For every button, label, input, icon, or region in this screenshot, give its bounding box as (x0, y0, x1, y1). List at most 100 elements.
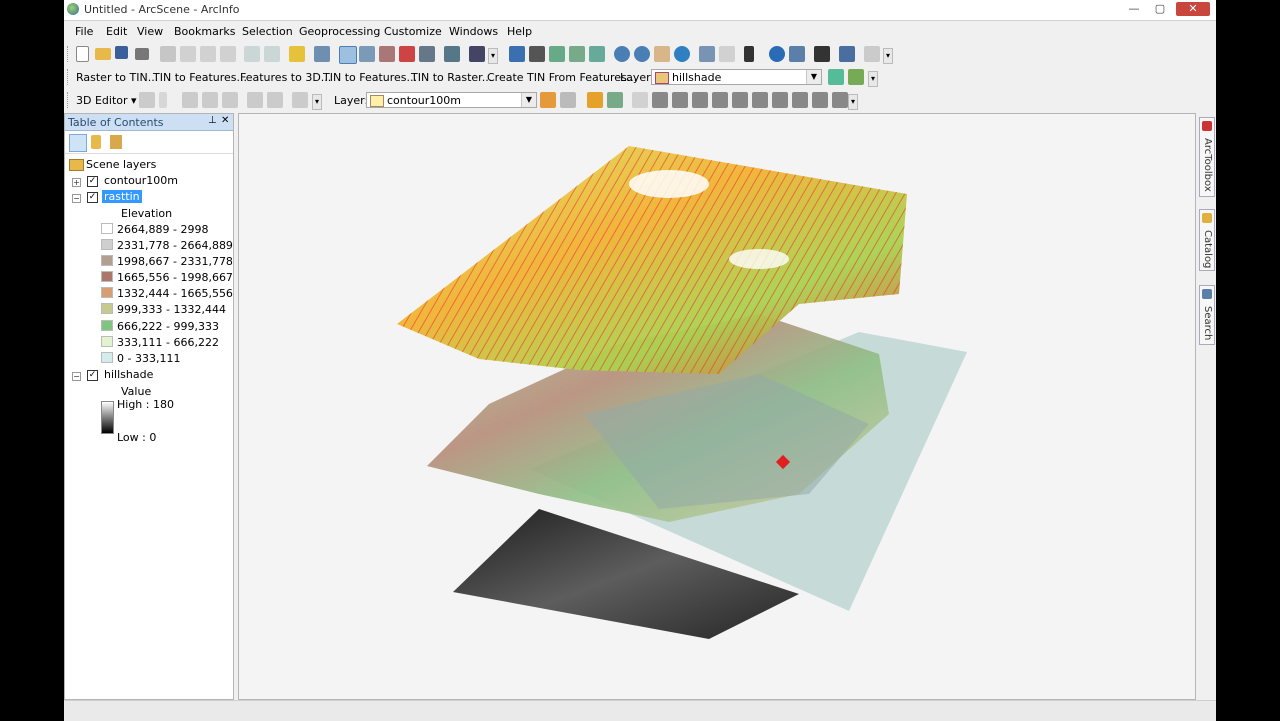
hammer-7-icon[interactable] (772, 92, 788, 108)
python-window-icon[interactable] (419, 46, 435, 62)
chevron-down-icon[interactable]: ▼ (806, 70, 821, 84)
multipatch-icon[interactable] (632, 92, 648, 108)
toolbar-options-3-icon[interactable]: ▾ (868, 71, 878, 87)
toolbox-icon[interactable] (399, 46, 415, 62)
toolbar-options-5-icon[interactable]: ▾ (848, 94, 858, 110)
hammer-4-icon[interactable] (712, 92, 728, 108)
menu-selection[interactable]: Selection (242, 25, 293, 38)
layout-icon[interactable] (864, 46, 880, 62)
attributes-icon[interactable] (247, 92, 263, 108)
rasttin-visibility-checkbox[interactable]: ✓ (87, 192, 98, 203)
hammer-1-icon[interactable] (652, 92, 668, 108)
set-observer-icon[interactable] (589, 46, 605, 62)
properties-icon[interactable] (314, 46, 330, 62)
whats-this-icon[interactable] (469, 46, 485, 62)
3d-editor-menu[interactable]: 3D Editor ▾ (76, 94, 137, 107)
identify-icon[interactable] (769, 46, 785, 62)
toolbar-grip[interactable] (67, 46, 71, 62)
select-elements-icon[interactable] (744, 46, 754, 62)
editor-layer-combo[interactable]: contour100m ▼ (366, 92, 537, 108)
cut-icon[interactable] (160, 46, 176, 62)
pan-icon[interactable] (654, 46, 670, 62)
menu-bookmarks[interactable]: Bookmarks (174, 25, 235, 38)
toolbar-options-2-icon[interactable]: ▾ (883, 48, 893, 64)
maximize-button[interactable]: ▢ (1147, 2, 1173, 16)
search-window-icon[interactable] (379, 46, 395, 62)
hammer-10-icon[interactable] (832, 92, 848, 108)
toolbar-options-4-icon[interactable]: ▾ (312, 94, 322, 110)
fly-icon[interactable] (529, 46, 545, 62)
toolbar-grip[interactable] (67, 92, 71, 108)
layer-rasttin[interactable]: rasttin (102, 190, 142, 203)
redo-icon[interactable] (264, 46, 280, 62)
zoom-out-icon[interactable] (634, 46, 650, 62)
sketch-properties-icon[interactable] (267, 92, 283, 108)
create-tin-button[interactable]: Create TIN From Features... (487, 71, 637, 84)
full-extent-icon[interactable] (674, 46, 690, 62)
steepest-path-icon[interactable] (848, 69, 864, 85)
copy-icon[interactable] (180, 46, 196, 62)
toolbar-grip[interactable] (67, 69, 71, 85)
layer-hillshade[interactable]: hillshade (104, 368, 153, 381)
toc-window-icon[interactable] (339, 46, 357, 64)
layer-extrude-icon[interactable] (560, 92, 576, 108)
save-icon[interactable] (115, 46, 128, 59)
expand-icon[interactable]: + (72, 178, 81, 187)
hammer-5-icon[interactable] (732, 92, 748, 108)
clear-selection-icon[interactable] (719, 46, 735, 62)
raster-to-tin-button[interactable]: Raster to TIN... (76, 71, 158, 84)
collapse-icon[interactable]: − (72, 194, 81, 203)
tin-to-raster-button[interactable]: TIN to Raster... (411, 71, 492, 84)
edit-vertices-icon[interactable] (182, 92, 198, 108)
list-by-drawing-order-icon[interactable] (69, 134, 87, 152)
open-folder-icon[interactable] (95, 48, 111, 60)
contour-visibility-checkbox[interactable]: ✓ (87, 176, 98, 187)
menu-file[interactable]: File (75, 25, 93, 38)
find-icon[interactable] (814, 46, 830, 62)
paste-icon[interactable] (200, 46, 216, 62)
edit-arrow-icon[interactable] (159, 92, 167, 108)
hammer-2-icon[interactable] (672, 92, 688, 108)
scene-layers-label[interactable]: Scene layers (86, 158, 156, 171)
interpolate-point-icon[interactable] (587, 92, 603, 108)
menu-customize[interactable]: Customize (384, 25, 442, 38)
pin-icon[interactable]: ⊥ (208, 115, 217, 126)
menu-edit[interactable]: Edit (106, 25, 127, 38)
collapse-icon[interactable]: − (72, 372, 81, 381)
add-data-icon[interactable] (289, 46, 305, 62)
tin-to-features-button[interactable]: TIN to Features... (153, 71, 247, 84)
print-icon[interactable] (135, 48, 149, 60)
hammer-8-icon[interactable] (792, 92, 808, 108)
toolbar-options-icon[interactable]: ▾ (488, 48, 498, 64)
minimize-button[interactable]: — (1121, 2, 1147, 16)
move-icon[interactable] (202, 92, 218, 108)
hammer-9-icon[interactable] (812, 92, 828, 108)
menu-geoprocessing[interactable]: Geoprocessing (299, 25, 380, 38)
navigate-icon[interactable] (509, 46, 525, 62)
features-to-3d-button[interactable]: Features to 3D... (240, 71, 331, 84)
create-features-icon[interactable] (292, 92, 308, 108)
dock-tab-search[interactable]: Search (1199, 285, 1215, 345)
html-popup-icon[interactable] (789, 46, 805, 62)
straight-segment-icon[interactable] (222, 92, 238, 108)
contour-icon[interactable] (828, 69, 844, 85)
toc-close-icon[interactable]: ✕ (221, 115, 229, 126)
menu-help[interactable]: Help (507, 25, 532, 38)
hillshade-visibility-checkbox[interactable]: ✓ (87, 370, 98, 381)
layer-combo[interactable]: hillshade ▼ (651, 69, 822, 85)
menu-view[interactable]: View (137, 25, 163, 38)
menu-windows[interactable]: Windows (449, 25, 498, 38)
zoom-to-target-icon[interactable] (569, 46, 585, 62)
delete-icon[interactable] (220, 46, 236, 62)
catalog-icon[interactable] (359, 46, 375, 62)
target-center-icon[interactable] (549, 46, 565, 62)
list-by-source-icon[interactable] (91, 135, 101, 149)
scene-view[interactable] (238, 113, 1196, 700)
close-button[interactable]: ✕ (1176, 2, 1210, 16)
dock-tab-arctoolbox[interactable]: ArcToolbox (1199, 117, 1215, 197)
animation-icon[interactable] (839, 46, 855, 62)
interpolate-polygon-icon[interactable] (607, 92, 623, 108)
undo-icon[interactable] (244, 46, 260, 62)
edit-tool-icon[interactable] (139, 92, 155, 108)
model-builder-icon[interactable] (444, 46, 460, 62)
